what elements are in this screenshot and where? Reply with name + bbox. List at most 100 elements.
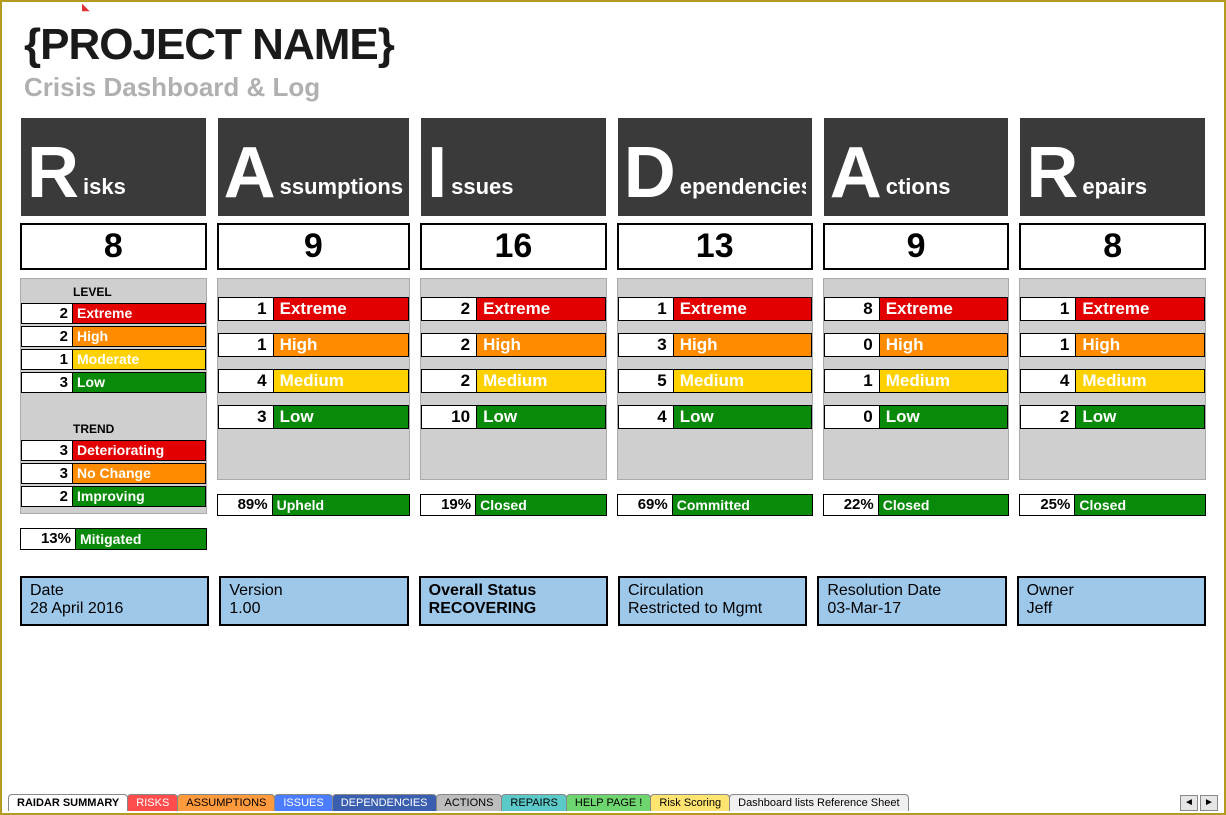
raidar-column: Repairs 8 1Extreme 1High 4Medium 2Low 25%Close… [1019,117,1206,550]
level-label: Medium [880,369,1009,393]
summary-row: 19%Closed [420,494,607,516]
sheet-tab[interactable]: ISSUES [274,794,332,811]
tab-scroll-button[interactable]: ► [1200,795,1218,811]
level-row: 2Low [1020,405,1205,429]
sheet-tab[interactable]: ASSUMPTIONS [177,794,275,811]
level-label: Medium [674,369,812,393]
column-letter: A [224,141,276,206]
summary-percent: 19% [420,494,476,516]
column-total: 8 [1019,223,1206,270]
summary-row: 13%Mitigated [20,528,207,550]
level-label: Low [880,405,1009,429]
info-label: Version [229,582,398,600]
level-label: Low [1076,405,1205,429]
level-row: 0High [824,333,1009,357]
summary-percent: 22% [823,494,879,516]
level-label: Extreme [274,297,409,321]
sheet-tab[interactable]: RAIDAR SUMMARY [8,794,128,811]
level-count: 10 [421,405,477,429]
comment-marker-icon: ◣ [82,2,90,13]
column-body: 1Extreme1High4Medium3Low [217,278,410,480]
column-header: Risks [20,117,207,217]
dashboard-subtitle: Crisis Dashboard & Log [24,72,1202,103]
level-row: 2Medium [421,369,606,393]
summary-percent: 89% [217,494,273,516]
level-row: 4Medium [218,369,409,393]
column-header: Issues [420,117,607,217]
info-box: Resolution Date03-Mar-17 [817,576,1006,626]
level-row: 2High [421,333,606,357]
sheet-tab[interactable]: REPAIRS [501,794,566,811]
column-title: epairs [1082,174,1147,206]
summary-row: 69%Committed [617,494,813,516]
info-box: CirculationRestricted to Mgmt [618,576,807,626]
level-label: Low [73,372,206,393]
level-label: Extreme [1076,297,1205,321]
summary-label: Closed [476,494,607,516]
level-row: 1Extreme [1020,297,1205,321]
column-body: 1Extreme 3High 5Medium 4Low [617,278,813,480]
level-count: 0 [824,333,880,357]
level-count: 4 [218,369,274,393]
level-row: 2Extreme [421,297,606,321]
level-row: 1High [1020,333,1205,357]
trend-row: 3Deteriorating [21,440,206,461]
level-label: Extreme [880,297,1009,321]
info-row: Date28 April 2016Version1.00Overall Stat… [2,550,1224,626]
column-letter: A [830,141,882,206]
info-label: Owner [1027,582,1196,600]
tab-scroll-button[interactable]: ◄ [1180,795,1198,811]
trend-count: 3 [21,440,73,461]
raidar-column: Risks8LEVEL2Extreme2High1Moderate3LowTRE… [20,117,207,550]
info-value: RECOVERING [429,600,598,618]
level-row: 1High [218,333,409,357]
level-count: 5 [618,369,674,393]
raidar-column: Dependencies131Extreme3High5Medium4Low69… [617,117,813,550]
level-row: 4Low [618,405,812,429]
summary-row: 25%Closed [1019,494,1206,516]
sheet-tab[interactable]: Risk Scoring [650,794,730,811]
info-value: 1.00 [229,600,398,618]
level-label: High [880,333,1009,357]
level-count: 2 [421,369,477,393]
raidar-column: Issues162Extreme2High2Medium10Low19%Clos… [420,117,607,550]
level-label: Medium [274,369,409,393]
raidar-column: Assumptions91Extreme1High4Medium3Low89%U… [217,117,410,550]
level-row: 0Low [824,405,1009,429]
level-count: 2 [421,333,477,357]
level-row: 2Extreme [21,303,206,324]
level-label: Low [674,405,812,429]
level-row: 8Extreme [824,297,1009,321]
column-total: 16 [420,223,607,270]
level-row: 10Low [421,405,606,429]
level-label: Extreme [73,303,206,324]
sheet-tab[interactable]: ACTIONS [436,794,503,811]
trend-label: Improving [73,486,206,507]
level-row: 1Extreme [218,297,409,321]
level-row: 1Extreme [618,297,812,321]
trend-label: Deteriorating [73,440,206,461]
level-section-label: LEVEL [21,279,206,303]
trend-count: 2 [21,486,73,507]
sheet-tab[interactable]: DEPENDENCIES [332,794,437,811]
column-title: ependencies [680,174,806,206]
level-label: Medium [477,369,606,393]
column-header: Repairs [1019,117,1206,217]
raidar-columns: Risks8LEVEL2Extreme2High1Moderate3LowTRE… [2,111,1224,550]
level-count: 2 [21,326,73,347]
level-count: 1 [218,297,274,321]
level-label: High [73,326,206,347]
level-count: 8 [824,297,880,321]
level-label: High [1076,333,1205,357]
column-body: 1Extreme 1High 4Medium 2Low [1019,278,1206,480]
summary-label: Mitigated [76,528,207,550]
level-row: 4Medium [1020,369,1205,393]
sheet-tab[interactable]: Dashboard lists Reference Sheet [729,794,908,811]
column-letter: R [1026,141,1078,206]
level-row: 3High [618,333,812,357]
info-label: Overall Status [429,582,598,600]
level-row: 1Moderate [21,349,206,370]
sheet-tab[interactable]: HELP PAGE ! [566,794,651,811]
summary-percent: 25% [1019,494,1075,516]
sheet-tab[interactable]: RISKS [127,794,178,811]
